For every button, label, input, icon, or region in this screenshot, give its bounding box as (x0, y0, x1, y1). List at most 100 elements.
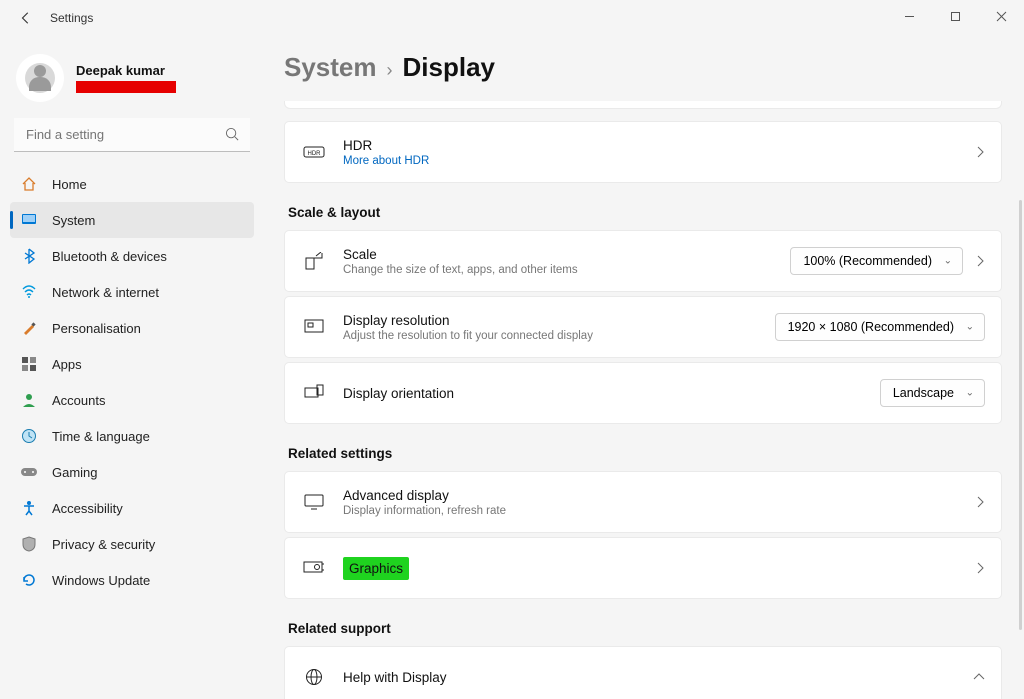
globe-icon (303, 668, 325, 686)
nav-time[interactable]: Time & language (10, 418, 254, 454)
chevron-up-icon (959, 673, 985, 681)
nav-accounts[interactable]: Accounts (10, 382, 254, 418)
tile-title: Advanced display (343, 488, 963, 503)
nav-system[interactable]: System (10, 202, 254, 238)
search-icon (225, 127, 240, 142)
search-box[interactable] (14, 118, 250, 152)
apps-icon (20, 355, 38, 373)
nav-label: Accounts (52, 393, 105, 408)
tile-scale[interactable]: Scale Change the size of text, apps, and… (284, 230, 1002, 292)
nav-label: Network & internet (52, 285, 159, 300)
graphics-icon (303, 560, 325, 576)
nav-privacy[interactable]: Privacy & security (10, 526, 254, 562)
network-icon (20, 283, 38, 301)
breadcrumb-parent[interactable]: System (284, 52, 377, 83)
user-profile[interactable]: Deepak kumar (10, 46, 254, 118)
titlebar: Settings (0, 0, 1024, 36)
nav-update[interactable]: Windows Update (10, 562, 254, 598)
tile-title: Graphics (343, 561, 963, 576)
scale-icon (303, 252, 325, 270)
nav-label: System (52, 213, 95, 228)
tile-subtitle: Display information, refresh rate (343, 505, 963, 517)
tile-help-display[interactable]: Help with Display (284, 646, 1002, 699)
tile-subtitle: Adjust the resolution to fit your connec… (343, 330, 775, 342)
user-email-redacted (76, 81, 176, 93)
system-icon (20, 211, 38, 229)
nav-label: Accessibility (52, 501, 123, 516)
orientation-icon (303, 384, 325, 402)
accounts-icon (20, 391, 38, 409)
section-related-settings: Related settings (288, 446, 1002, 461)
tile-subtitle: Change the size of text, apps, and other… (343, 264, 790, 276)
tile-title: Help with Display (343, 670, 959, 685)
main-content: System › Display HDR HDR More about HDR … (264, 36, 1024, 699)
personalisation-icon (20, 319, 38, 337)
nav-label: Apps (52, 357, 82, 372)
nav-gaming[interactable]: Gaming (10, 454, 254, 490)
tile-graphics[interactable]: Graphics (284, 537, 1002, 599)
tile-title: Scale (343, 247, 790, 262)
nav-network[interactable]: Network & internet (10, 274, 254, 310)
chevron-right-icon (963, 146, 985, 158)
tile-title: Display orientation (343, 386, 880, 401)
gaming-icon (20, 463, 38, 481)
previous-tile-fragment (284, 101, 1002, 109)
chevron-right-icon: › (377, 60, 403, 81)
home-icon (20, 175, 38, 193)
chevron-right-icon (963, 562, 985, 574)
minimize-button[interactable] (886, 0, 932, 32)
dropdown-value: 1920 × 1080 (Recommended) (788, 320, 954, 334)
privacy-icon (20, 535, 38, 553)
nav-label: Personalisation (52, 321, 141, 336)
section-related-support: Related support (288, 621, 1002, 636)
nav-label: Bluetooth & devices (52, 249, 167, 264)
chevron-down-icon: ⌄ (944, 256, 952, 267)
scrollbar[interactable] (1019, 200, 1022, 630)
hdr-link[interactable]: More about HDR (343, 155, 963, 167)
close-button[interactable] (978, 0, 1024, 32)
nav-accessibility[interactable]: Accessibility (10, 490, 254, 526)
resolution-dropdown[interactable]: 1920 × 1080 (Recommended) ⌄ (775, 313, 985, 341)
dropdown-value: 100% (Recommended) (803, 254, 932, 268)
chevron-right-icon (963, 496, 985, 508)
back-button[interactable] (14, 6, 38, 30)
window-title: Settings (50, 11, 93, 25)
nav-home[interactable]: Home (10, 166, 254, 202)
chevron-down-icon: ⌄ (966, 388, 974, 399)
nav-personalisation[interactable]: Personalisation (10, 310, 254, 346)
update-icon (20, 571, 38, 589)
nav-label: Time & language (52, 429, 150, 444)
tile-title: HDR (343, 138, 963, 153)
accessibility-icon (20, 499, 38, 517)
monitor-icon (303, 494, 325, 510)
nav-label: Windows Update (52, 573, 150, 588)
time-icon (20, 427, 38, 445)
scale-dropdown[interactable]: 100% (Recommended) ⌄ (790, 247, 963, 275)
avatar (16, 54, 64, 102)
bluetooth-icon (20, 247, 38, 265)
nav-label: Privacy & security (52, 537, 155, 552)
tile-orientation[interactable]: Display orientation Landscape ⌄ (284, 362, 1002, 424)
nav-list: Home System Bluetooth & devices Network … (10, 166, 254, 598)
search-input[interactable] (14, 118, 250, 152)
nav-label: Gaming (52, 465, 98, 480)
chevron-right-icon[interactable] (963, 255, 985, 267)
graphics-highlight: Graphics (343, 557, 409, 580)
tile-resolution[interactable]: Display resolution Adjust the resolution… (284, 296, 1002, 358)
tile-advanced-display[interactable]: Advanced display Display information, re… (284, 471, 1002, 533)
nav-bluetooth[interactable]: Bluetooth & devices (10, 238, 254, 274)
nav-apps[interactable]: Apps (10, 346, 254, 382)
nav-label: Home (52, 177, 87, 192)
maximize-button[interactable] (932, 0, 978, 32)
user-name: Deepak kumar (76, 63, 176, 78)
tile-title: Display resolution (343, 313, 775, 328)
section-scale-layout: Scale & layout (288, 205, 1002, 220)
hdr-icon: HDR (303, 144, 325, 160)
tile-hdr[interactable]: HDR HDR More about HDR (284, 121, 1002, 183)
sidebar: Deepak kumar Home System Bluetooth & dev… (0, 36, 264, 699)
breadcrumb: System › Display (284, 52, 1002, 83)
orientation-dropdown[interactable]: Landscape ⌄ (880, 379, 985, 407)
dropdown-value: Landscape (893, 386, 954, 400)
breadcrumb-current: Display (403, 52, 496, 83)
svg-text:HDR: HDR (308, 151, 322, 157)
